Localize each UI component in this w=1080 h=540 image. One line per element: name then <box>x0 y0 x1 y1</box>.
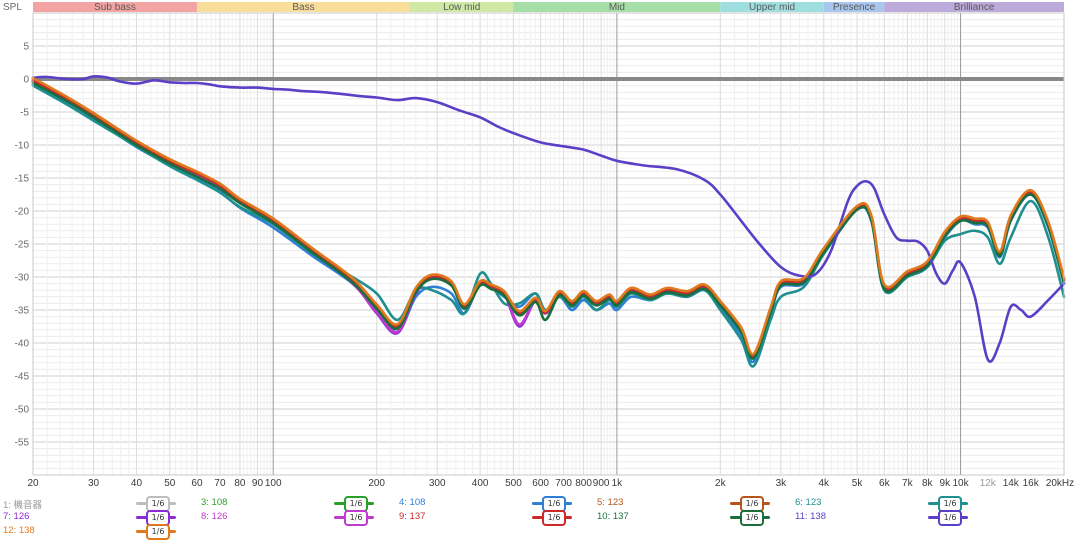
x-tick-label: 30 <box>88 478 100 489</box>
x-tick-label: 6k <box>879 478 891 489</box>
x-tick-label: 300 <box>429 478 446 489</box>
y-tick-label: -40 <box>15 339 30 350</box>
x-tick-label: 800 <box>575 478 592 489</box>
y-tick-label: -50 <box>15 405 30 416</box>
y-tick-label: 5 <box>23 42 29 53</box>
x-tick-label: 7k <box>902 478 914 489</box>
x-tick-label: 40 <box>131 478 143 489</box>
legend-toggle[interactable]: 1/6 <box>928 496 968 512</box>
x-tick-label: 100 <box>265 478 282 489</box>
smoothing-label: 1/6 <box>542 510 566 526</box>
legend-label: 11: 138 <box>795 511 826 522</box>
y-axis-label: SPL <box>3 2 22 13</box>
legend-toggle[interactable]: 1/6 <box>136 524 176 540</box>
frequency-bands: Sub bass Bass Low mid Mid Upper mid Presence B… <box>33 2 1064 13</box>
x-tick-label: 4k <box>819 478 831 489</box>
x-tick-label: 3k <box>776 478 788 489</box>
series-line-6 <box>31 84 1066 368</box>
legend-toggle[interactable]: 1/6 <box>928 510 968 526</box>
x-tick-label: 700 <box>555 478 572 489</box>
x-tick-label: 1k <box>612 478 624 489</box>
x-tick-label: 8k <box>922 478 934 489</box>
x-tick-label: 500 <box>505 478 522 489</box>
smoothing-label: 1/6 <box>740 510 764 526</box>
y-tick-label: -30 <box>15 273 30 284</box>
smoothing-label: 1/6 <box>938 510 962 526</box>
x-axis-ticks: 20 30 40 50 60 70 80 90 100 200 300 400 500 600 700 800… <box>27 478 1074 489</box>
x-tick-label: 10k <box>952 478 969 489</box>
x-tick-label: 80 <box>234 478 246 489</box>
legend-label: 4: 108 <box>399 497 426 508</box>
legend-label: 7: 126 <box>3 511 30 522</box>
band-label-3: Mid <box>609 2 625 13</box>
y-tick-label: -25 <box>15 240 30 251</box>
series-line-10 <box>31 81 1066 360</box>
legend-toggle[interactable]: 1/6 <box>532 496 572 512</box>
series-line-11 <box>31 75 1066 363</box>
legend-toggle[interactable]: 1/6 <box>136 510 176 526</box>
legend: 1: 機音器 1/6 3: 108 1/6 4: 108 1/6 5: 123 1/6 6: 1… <box>0 492 1080 540</box>
x-tick-label: 50 <box>164 478 176 489</box>
legend-toggle[interactable]: 1/6 <box>136 496 176 512</box>
legend-label: 1: 機音器 <box>3 500 43 511</box>
legend-toggle[interactable]: 1/6 <box>532 510 572 526</box>
x-tick-label: 900 <box>593 478 610 489</box>
x-tick-label: 200 <box>368 478 385 489</box>
y-tick-label: -15 <box>15 174 30 185</box>
legend-toggle[interactable]: 1/6 <box>334 496 374 512</box>
legend-toggle[interactable]: 1/6 <box>730 496 770 512</box>
legend-label: 8: 126 <box>201 511 228 522</box>
band-label-1: Bass <box>292 2 314 13</box>
x-tick-label: 9k <box>940 478 952 489</box>
x-tick-label: 60 <box>191 478 203 489</box>
x-tick-label: 90 <box>252 478 264 489</box>
x-tick-label: 2k <box>715 478 727 489</box>
band-label-5: Presence <box>833 2 876 13</box>
band-label-4: Upper mid <box>749 2 795 13</box>
x-tick-label: 16k <box>1023 478 1040 489</box>
legend-label: 6: 123 <box>795 497 822 508</box>
x-tick-label: 12k <box>980 478 997 489</box>
y-axis-ticks: 5 0 -5 -10 -15 -20 -25 -30 -35 -40 -45 -50 -55 <box>15 42 30 449</box>
x-tick-label: 70 <box>214 478 226 489</box>
smoothing-label: 1/6 <box>146 524 170 540</box>
legend-toggle[interactable]: 1/6 <box>730 510 770 526</box>
y-tick-label: -10 <box>15 141 30 152</box>
legend-label: 12: 138 <box>3 525 35 536</box>
y-tick-label: -35 <box>15 306 30 317</box>
band-label-2: Low mid <box>443 2 480 13</box>
band-label-6: Brilliance <box>954 2 995 13</box>
y-tick-label: -55 <box>15 438 30 449</box>
x-tick-label: 600 <box>532 478 549 489</box>
x-tick-label: 400 <box>472 478 489 489</box>
series-line-4 <box>31 83 1066 364</box>
legend-label: 9: 137 <box>399 511 426 522</box>
legend-label: 10: 137 <box>597 511 629 522</box>
y-tick-label: 0 <box>23 75 29 86</box>
y-tick-label: -20 <box>15 207 30 218</box>
legend-label: 3: 108 <box>201 497 228 508</box>
x-tick-label: 20 <box>27 478 39 489</box>
frequency-response-chart: Sub bass Bass Low mid Mid Upper mid Presence B… <box>3 2 1074 489</box>
smoothing-label: 1/6 <box>344 510 368 526</box>
band-label-0: Sub bass <box>94 2 136 13</box>
x-tick-label: 14k <box>1003 478 1020 489</box>
y-tick-label: -5 <box>20 108 29 119</box>
legend-toggle[interactable]: 1/6 <box>334 510 374 526</box>
y-tick-label: -45 <box>15 372 30 383</box>
x-tick-label: 20kHz <box>1046 478 1074 489</box>
x-tick-label: 5k <box>852 478 864 489</box>
legend-label: 5: 123 <box>597 497 624 508</box>
